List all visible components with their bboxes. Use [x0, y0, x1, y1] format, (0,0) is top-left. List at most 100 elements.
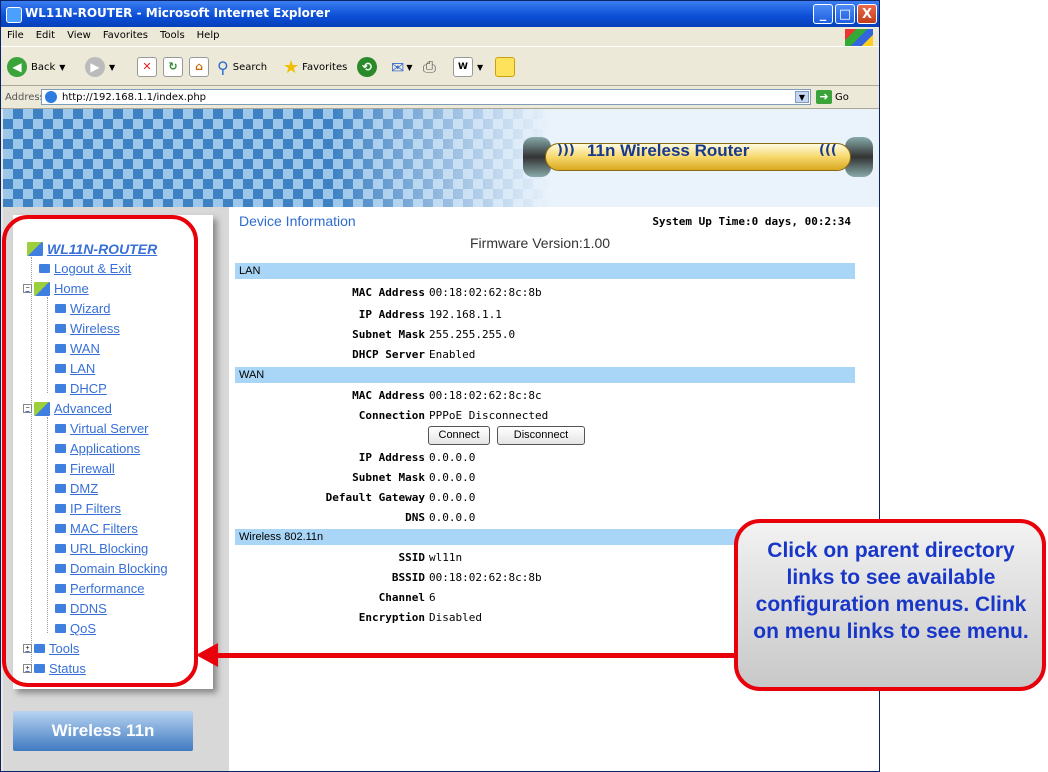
search-label: Search — [232, 61, 268, 73]
field-label: Channel — [378, 591, 425, 604]
wan-ip-row: IP Address 0.0.0.0 — [235, 450, 855, 466]
home-button[interactable]: ⌂ — [189, 55, 209, 79]
toolbar: ◀ Back ▼ ▶ ▼ ✕ ↻ ⌂ ⚲ Search ★ Favorites … — [1, 46, 879, 86]
lan-section-header: LAN — [235, 263, 855, 279]
back-label: Back — [31, 61, 56, 73]
router-logo: ))) 11n Wireless Router ((( — [523, 137, 873, 177]
wan-mac-row: MAC Address 00:18:02:62:8c:8c — [235, 388, 855, 404]
search-button[interactable]: ⚲ Search — [217, 55, 267, 79]
field-value: 00:18:02:62:8c:8b — [429, 286, 542, 299]
print-icon: ⎙ — [423, 57, 436, 76]
edit-button[interactable]: W ▼ — [453, 55, 483, 79]
banner-title: 11n Wireless Router — [587, 141, 750, 160]
field-value: 6 — [429, 591, 436, 604]
field-label: IP Address — [358, 451, 425, 464]
back-button[interactable]: ◀ Back ▼ — [7, 55, 65, 79]
lan-mac-row: MAC Address 00:18:02:62:8c:8b — [235, 285, 855, 301]
field-value: 192.168.1.1 — [429, 308, 502, 321]
wan-section-header: WAN — [235, 367, 855, 383]
dropdown-arrow-icon: ▼ — [477, 62, 484, 72]
disconnect-button[interactable]: Disconnect — [497, 426, 585, 445]
system-uptime: System Up Time:0 days, 00:2:34 — [652, 215, 851, 228]
favorites-label: Favorites — [302, 61, 348, 73]
refresh-icon: ↻ — [163, 57, 183, 77]
field-label: BSSID — [391, 571, 425, 584]
address-dropdown-icon[interactable]: ▼ — [795, 91, 809, 103]
windows-logo-icon — [845, 29, 873, 46]
annotation-highlight-box — [2, 215, 198, 687]
field-label: DNS — [405, 511, 425, 524]
menu-edit[interactable]: Edit — [30, 27, 61, 41]
go-button[interactable]: ➜ Go — [816, 89, 856, 105]
field-label: Default Gateway — [325, 491, 425, 504]
field-value: 0.0.0.0 — [429, 471, 476, 484]
firmware-version: Firmware Version:1.00 — [470, 235, 611, 251]
address-url: http://192.168.1.1/index.php — [62, 92, 207, 103]
notes-button[interactable] — [495, 55, 515, 79]
dropdown-arrow-icon: ▼ — [406, 62, 413, 72]
field-value: 0.0.0.0 — [429, 451, 476, 464]
menu-favorites[interactable]: Favorites — [97, 27, 154, 41]
page-title: Device Information — [239, 213, 356, 229]
forward-button[interactable]: ▶ ▼ — [85, 55, 115, 79]
address-label: Address — [5, 92, 45, 103]
menu-view[interactable]: View — [61, 27, 97, 41]
field-label: IP Address — [358, 308, 425, 321]
star-icon: ★ — [283, 56, 300, 78]
lan-ip-row: IP Address 192.168.1.1 — [235, 307, 855, 323]
maximize-button[interactable]: □ — [835, 4, 855, 24]
mail-icon: ✉ — [391, 57, 405, 77]
window-title: WL11N-ROUTER - Microsoft Internet Explor… — [25, 6, 330, 20]
wan-gateway-row: Default Gateway 0.0.0.0 — [235, 490, 855, 506]
lan-dhcp-row: DHCP Server Enabled — [235, 347, 855, 363]
field-value: wl11n — [429, 551, 463, 564]
header-banner: ))) 11n Wireless Router ((( — [3, 109, 879, 207]
callout-text: Click on parent directory links to see a… — [753, 539, 1029, 643]
menu-bar: File Edit View Favorites Tools Help — [1, 27, 879, 46]
field-label: Encryption — [358, 611, 425, 624]
title-bar: WL11N-ROUTER - Microsoft Internet Explor… — [1, 1, 879, 27]
annotation-callout: Click on parent directory links to see a… — [734, 519, 1046, 691]
field-label: MAC Address — [352, 389, 425, 402]
history-button[interactable]: ⟲ — [357, 55, 377, 79]
field-value: Disabled — [429, 611, 482, 624]
history-icon: ⟲ — [357, 57, 377, 77]
field-value: PPPoE Disconnected — [429, 409, 549, 422]
stop-button[interactable]: ✕ — [137, 55, 157, 79]
field-value: 0.0.0.0 — [429, 491, 476, 504]
ie-icon — [6, 7, 22, 23]
home-icon: ⌂ — [189, 57, 209, 77]
favorites-button[interactable]: ★ Favorites — [283, 55, 347, 79]
minimize-button[interactable]: _ — [813, 4, 833, 24]
mail-button[interactable]: ✉ ▼ — [391, 55, 413, 79]
menu-help[interactable]: Help — [191, 27, 226, 41]
note-icon — [495, 57, 515, 77]
field-value: Enabled — [429, 348, 476, 361]
connect-button[interactable]: Connect — [428, 426, 490, 445]
address-input[interactable]: http://192.168.1.1/index.php ▼ — [41, 89, 811, 105]
word-icon: W — [453, 57, 473, 77]
menu-file[interactable]: File — [1, 27, 30, 41]
close-button[interactable]: X — [857, 4, 877, 24]
go-arrow-icon: ➜ — [816, 90, 832, 104]
page-icon — [45, 91, 57, 103]
stop-icon: ✕ — [137, 57, 157, 77]
search-icon: ⚲ — [217, 57, 229, 77]
arrow-left-icon — [196, 643, 218, 667]
go-label: Go — [835, 91, 849, 103]
field-label: MAC Address — [352, 286, 425, 299]
field-label: DHCP Server — [352, 348, 425, 361]
print-button[interactable]: ⎙ — [423, 55, 436, 79]
back-arrow-icon: ◀ — [7, 57, 27, 77]
field-value: 00:18:02:62:8c:8c — [429, 389, 542, 402]
forward-arrow-icon: ▶ — [85, 57, 105, 77]
refresh-button[interactable]: ↻ — [163, 55, 183, 79]
signal-waves-right: ((( — [819, 143, 837, 158]
field-label: SSID — [398, 551, 426, 564]
address-bar: Address http://192.168.1.1/index.php ▼ ➜… — [1, 87, 879, 109]
menu-tools[interactable]: Tools — [154, 27, 191, 41]
field-value: 00:18:02:62:8c:8b — [429, 571, 542, 584]
dropdown-arrow-icon: ▼ — [59, 62, 66, 72]
field-label: Subnet Mask — [352, 328, 425, 341]
lan-subnet-row: Subnet Mask 255.255.255.0 — [235, 327, 855, 343]
